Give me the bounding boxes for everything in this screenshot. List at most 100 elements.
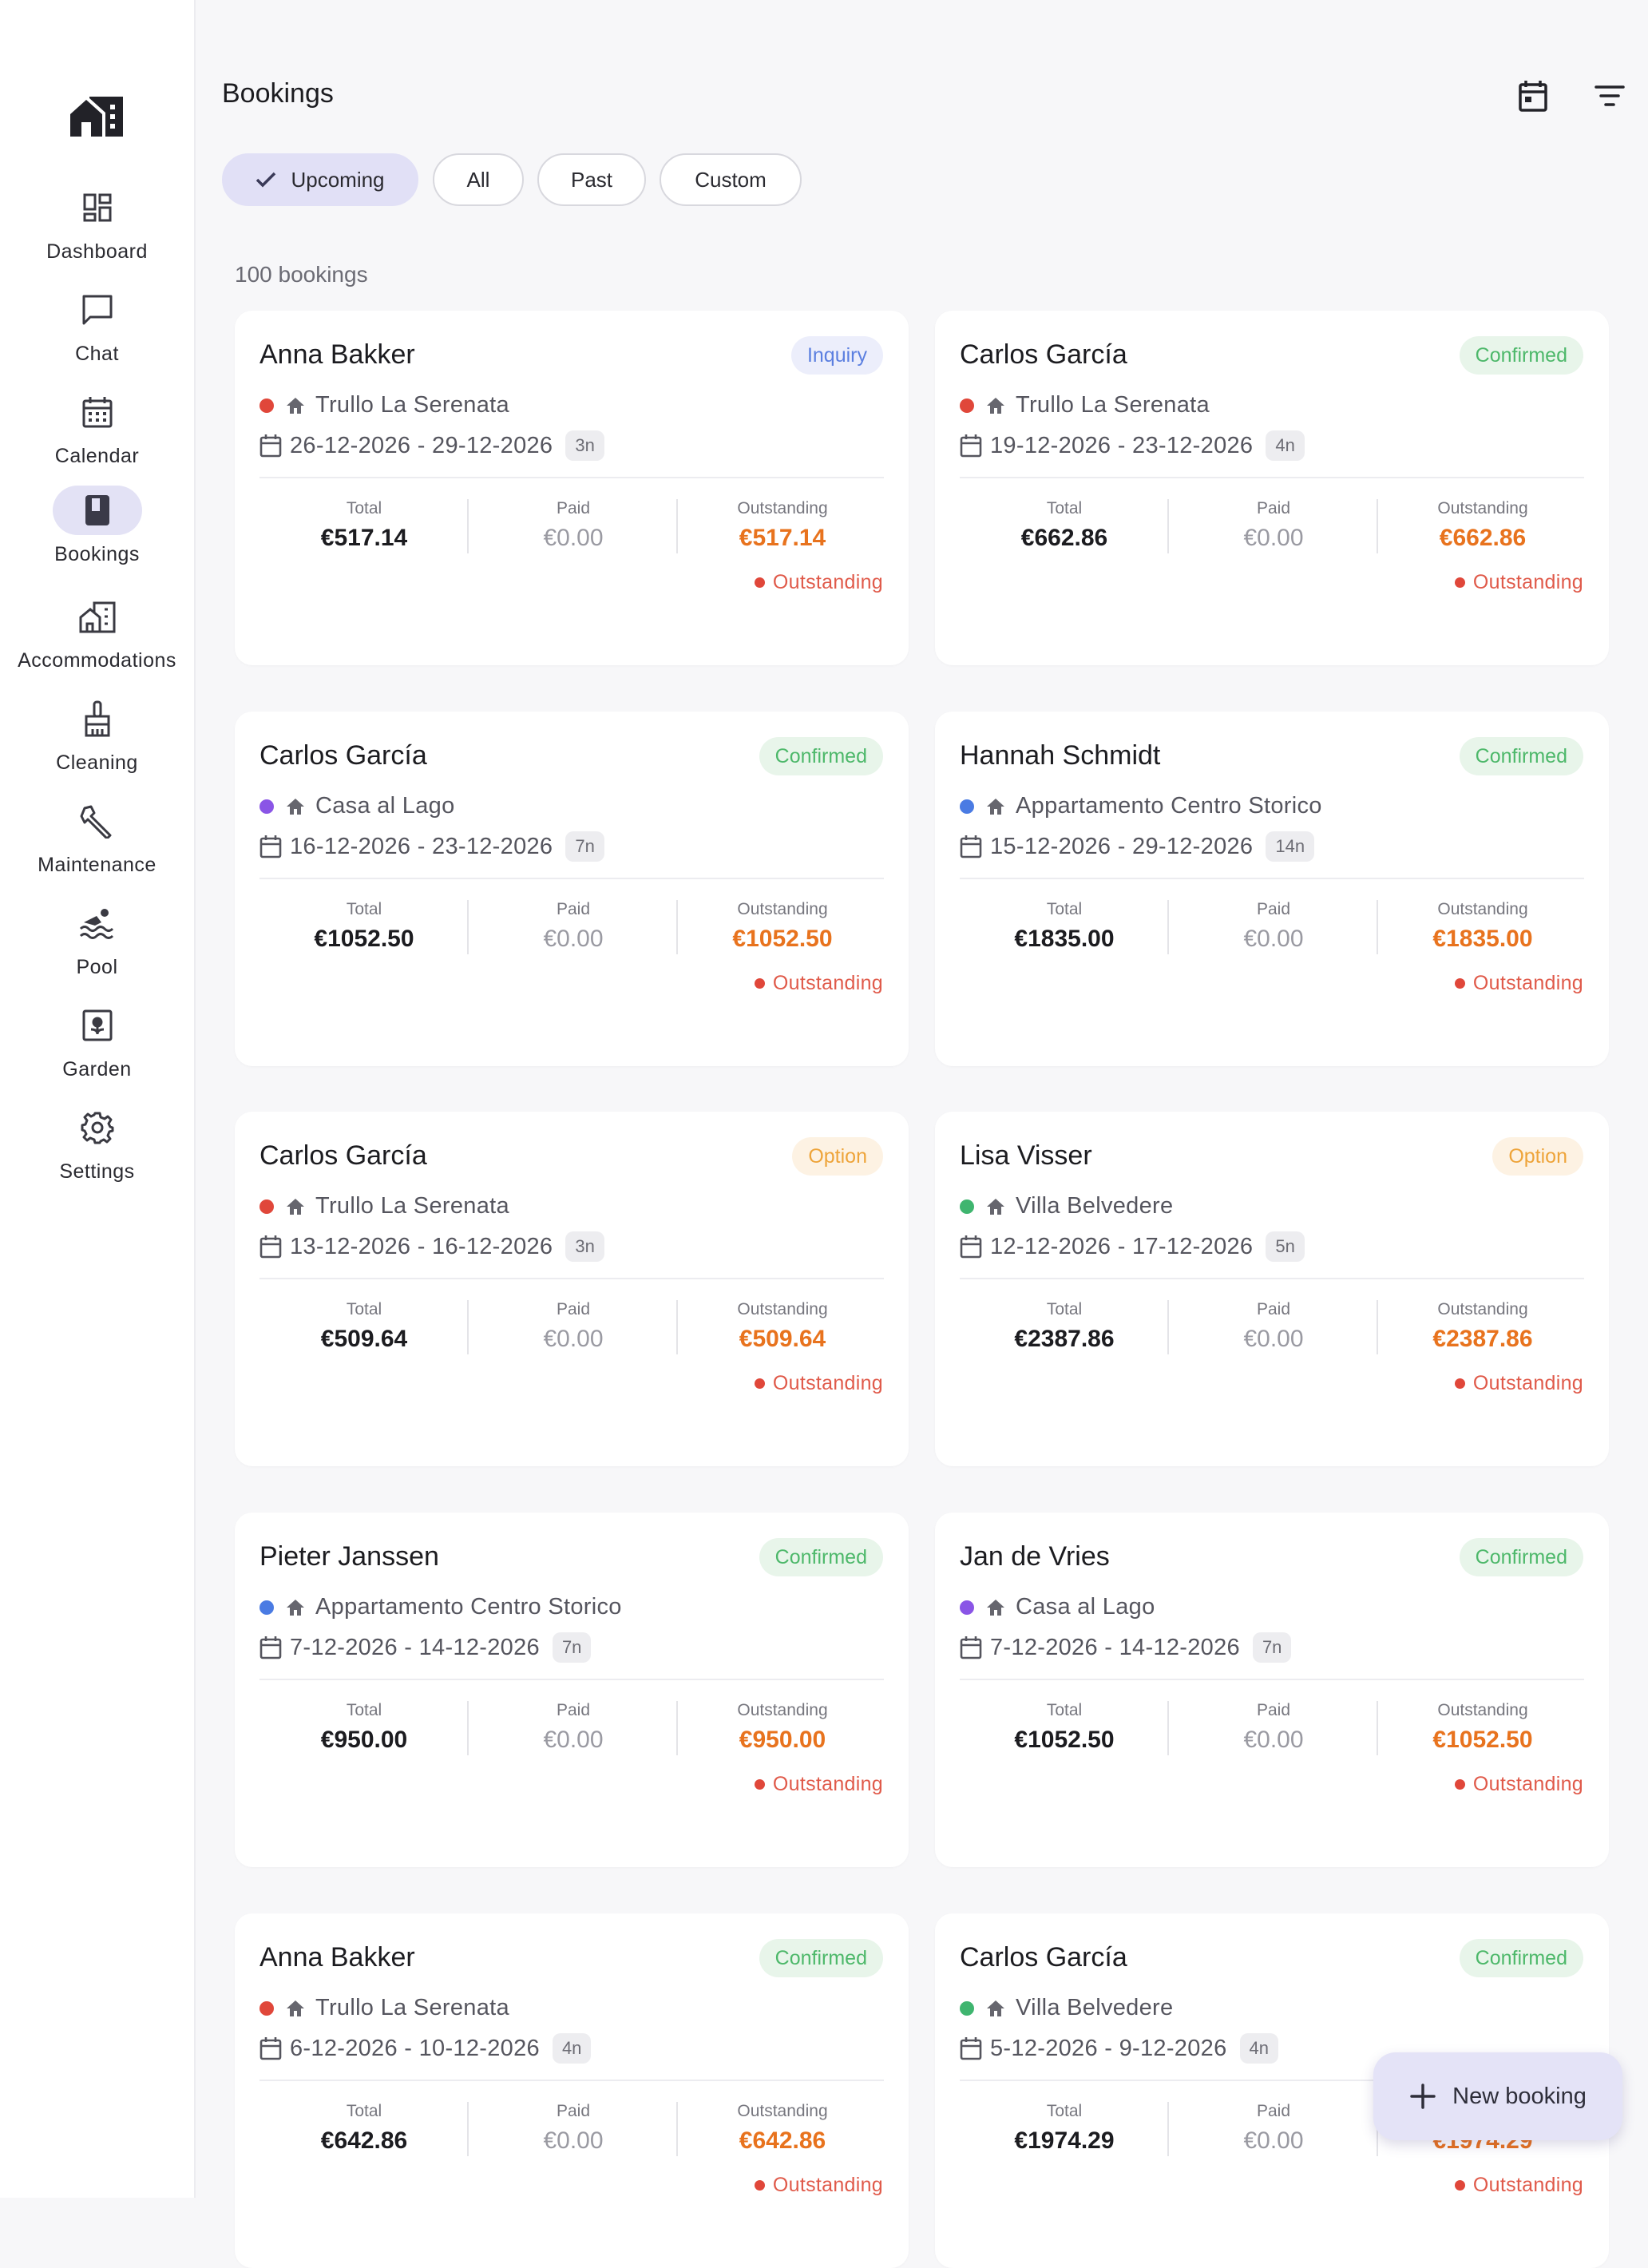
property-row: Trullo La Serenata <box>259 1193 509 1219</box>
property-row: Villa Belvedere <box>960 1193 1173 1219</box>
payment-status: Outstanding <box>754 1372 883 1395</box>
sidebar-item-calendar[interactable]: Calendar <box>0 387 194 480</box>
booking-card[interactable]: Anna Bakker Confirmed Trullo La Serenata… <box>235 1913 909 2268</box>
payment-status-dot <box>1454 1378 1465 1389</box>
total-column: Total €662.86 <box>960 499 1169 552</box>
payment-status-dot <box>1454 2180 1465 2191</box>
booking-card[interactable]: Lisa Visser Option Villa Belvedere 12-12… <box>935 1112 1609 1466</box>
property-color-dot <box>259 1600 274 1615</box>
check-icon <box>256 172 276 188</box>
new-booking-button[interactable]: New booking <box>1373 2052 1622 2140</box>
sidebar-item-cleaning[interactable]: Cleaning <box>0 694 194 787</box>
filter-chip-custom[interactable]: Custom <box>660 153 802 206</box>
booking-card[interactable]: Pieter Janssen Confirmed Appartamento Ce… <box>235 1513 909 1867</box>
sidebar-item-label: Calendar <box>54 445 140 467</box>
paid-label: Paid <box>556 499 591 517</box>
property-row: Trullo La Serenata <box>259 1995 509 2021</box>
payment-status-label: Outstanding <box>772 1773 883 1795</box>
property-name: Appartamento Centro Storico <box>1016 793 1322 819</box>
status-badge: Confirmed <box>1459 737 1583 775</box>
filter-icon <box>1595 85 1625 106</box>
book-icon <box>85 495 109 525</box>
calendar-view-button[interactable] <box>1512 75 1554 117</box>
calendar-icon <box>259 835 282 858</box>
filter-chip-label: All <box>466 167 490 192</box>
payment-status-label: Outstanding <box>1472 2174 1583 2196</box>
guest-name: Carlos García <box>960 339 1127 370</box>
outstanding-column: Outstanding €1052.50 <box>678 900 887 953</box>
sidebar-item-dashboard[interactable]: Dashboard <box>0 183 194 276</box>
nights-badge: 7n <box>1252 1632 1292 1663</box>
filter-chip-all[interactable]: All <box>433 153 524 206</box>
sidebar-item-accommodations[interactable]: Accommodations <box>0 592 194 684</box>
outstanding-column: Outstanding €2387.86 <box>1378 1300 1587 1353</box>
booking-card[interactable]: Carlos García Confirmed Trullo La Serena… <box>935 311 1609 665</box>
property-color-dot <box>259 799 274 814</box>
filter-chip-label: Upcoming <box>291 167 385 192</box>
divider <box>259 477 884 478</box>
outstanding-label: Outstanding <box>737 499 828 517</box>
filter-button[interactable] <box>1589 75 1630 117</box>
house-icon <box>285 797 306 816</box>
status-badge: Confirmed <box>759 1939 883 1977</box>
sidebar-item-label: Pool <box>76 956 118 978</box>
sidebar-item-chat[interactable]: Chat <box>0 285 194 378</box>
booking-count: 100 bookings <box>235 262 368 287</box>
filter-chip-past[interactable]: Past <box>537 153 646 206</box>
property-name: Appartamento Centro Storico <box>315 1594 622 1620</box>
calendar-icon <box>960 1636 982 1659</box>
status-badge: Option <box>1492 1137 1583 1176</box>
booking-card[interactable]: Carlos García Option Trullo La Serenata … <box>235 1112 909 1466</box>
paid-column: Paid €0.00 <box>1169 1300 1378 1353</box>
booking-card[interactable]: Carlos García Confirmed Casa al Lago 16-… <box>235 712 909 1066</box>
outstanding-label: Outstanding <box>737 1701 828 1719</box>
outstanding-column: Outstanding €950.00 <box>678 1701 887 1754</box>
house-icon <box>985 797 1006 816</box>
payment-status: Outstanding <box>754 2174 883 2197</box>
sidebar-item-garden[interactable]: Garden <box>0 1001 194 1093</box>
house-icon <box>985 1197 1006 1216</box>
total-column: Total €950.00 <box>259 1701 469 1754</box>
outstanding-value: €1052.50 <box>1432 1727 1533 1753</box>
sidebar-item-maintenance[interactable]: Maintenance <box>0 796 194 889</box>
outstanding-label: Outstanding <box>737 1300 828 1318</box>
payment-status: Outstanding <box>754 1773 883 1796</box>
calendar-icon <box>259 2036 282 2060</box>
outstanding-column: Outstanding €642.86 <box>678 2102 887 2155</box>
sidebar-item-pool[interactable]: Pool <box>0 898 194 991</box>
total-value: €1835.00 <box>1014 926 1115 952</box>
payment-status: Outstanding <box>1454 571 1583 594</box>
property-color-dot <box>960 1199 974 1214</box>
sidebar-item-settings[interactable]: Settings <box>0 1103 194 1195</box>
outstanding-value: €1052.50 <box>732 926 833 952</box>
house-icon <box>985 1999 1006 2018</box>
sidebar-item-label: Chat <box>75 343 119 365</box>
booking-card[interactable]: Jan de Vries Confirmed Casa al Lago 7-12… <box>935 1513 1609 1867</box>
payment-status-dot <box>754 2180 765 2191</box>
total-value: €950.00 <box>320 1727 408 1753</box>
property-color-dot <box>960 799 974 814</box>
date-range: 19-12-2026 - 23-12-2026 <box>990 432 1254 458</box>
total-column: Total €1052.50 <box>960 1701 1169 1754</box>
booking-card[interactable]: Hannah Schmidt Confirmed Appartamento Ce… <box>935 712 1609 1066</box>
property-row: Appartamento Centro Storico <box>259 1594 622 1620</box>
total-label: Total <box>1046 2102 1083 2120</box>
divider <box>259 878 884 879</box>
nights-badge: 7n <box>565 831 604 862</box>
payment-status: Outstanding <box>754 972 883 995</box>
guest-name: Carlos García <box>259 1140 427 1171</box>
paid-value: €0.00 <box>543 525 604 551</box>
total-label: Total <box>346 1701 382 1719</box>
booking-card[interactable]: Anna Bakker Inquiry Trullo La Serenata 2… <box>235 311 909 665</box>
nights-badge: 4n <box>552 2033 592 2064</box>
calendar-icon <box>259 1235 282 1259</box>
calendar-icon <box>960 1235 982 1259</box>
paid-label: Paid <box>556 2102 591 2120</box>
date-range: 15-12-2026 - 29-12-2026 <box>990 833 1254 859</box>
property-color-dot <box>960 398 974 413</box>
nights-badge: 4n <box>1266 430 1305 461</box>
filter-chip-upcoming[interactable]: Upcoming <box>222 153 418 206</box>
guest-name: Hannah Schmidt <box>960 740 1161 771</box>
sidebar-item-bookings[interactable]: Bookings <box>0 486 194 578</box>
total-value: €642.86 <box>320 2127 408 2154</box>
